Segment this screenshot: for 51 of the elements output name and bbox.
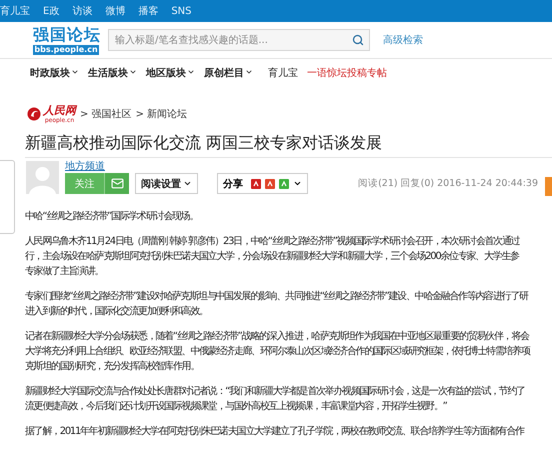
search-icon[interactable] <box>352 34 364 46</box>
search-field[interactable]: 输入标题/笔名查找感兴趣的话题... <box>108 29 370 51</box>
article-text: 大学将充分利用上合组织、欧亚经济联盟、中俄蒙经济走廊、环阿尔泰山次区域经济合作的国际区域研究框架，依托博士特需培养项 <box>25 344 532 359</box>
nav-menu[interactable]: 地区版块 <box>146 66 195 80</box>
article-text: 克斯坦的国别研究，充分发挥高校智库作用。 <box>25 360 200 374</box>
side-panel[interactable] <box>0 160 15 234</box>
logo-title[interactable]: 强国论坛 <box>33 25 99 45</box>
breadcrumb-link[interactable]: > 强国社区 <box>80 107 132 121</box>
top-link[interactable]: 播客 <box>138 4 158 18</box>
article-text: 据了解，2011年年初新疆财经大学在阿克托别朱巴诺夫国立大学建立了孔子学院，两校在教师交流、联合培养学生等方面都有合作 <box>25 424 526 439</box>
top-link[interactable]: 访谈 <box>72 4 92 18</box>
share-site-icon[interactable] <box>279 178 289 188</box>
caret-icon <box>293 179 302 188</box>
article-text: 人民网乌鲁木齐11月24日电（周蕾刚 韩婷 郭彦伟）23日，中哈“丝绸之路经济带”视频国际学术研讨会召开，本次研讨会首次通过 <box>25 234 521 249</box>
article-text: 专家做了主旨演讲。 <box>25 264 104 279</box>
reading-settings-dropdown[interactable]: 阅读设置 <box>135 173 198 194</box>
nav-link[interactable]: 育儿宝 <box>268 66 298 80</box>
top-link[interactable]: E政 <box>43 4 60 18</box>
avatar <box>26 161 59 194</box>
article-title: 新疆高校推动国际化交流 两国三校专家对话谈发展 <box>25 132 384 154</box>
article-text: 专家们围绕“丝绸之路经济带”建设对哈萨克斯坦与中国发展的影响、共同推进“丝绸之路经济带”建设、中哈金融合作等内容进行了研 <box>25 290 530 304</box>
share-site-icon[interactable] <box>265 178 275 188</box>
article-text: 行，主会场设在哈萨克斯坦阿克托别朱巴诺夫国立大学，分会场设在新疆财经大学和新疆大学，三个会场200余位专家、大学生参 <box>25 250 520 264</box>
post-stats: 阅读(21) 回复(0) 2016-11-24 20:44:39 <box>358 177 538 190</box>
share-label: 分享 <box>223 177 243 190</box>
logo-name[interactable]: 人民网 <box>43 104 76 116</box>
logo-domain[interactable]: bbs.people.cn <box>33 45 99 55</box>
article-text: 流更便捷高效，今后我们还计划开设国际视频课堂，与国外高校互上视频课，丰富课堂内容，开拓学生视野。” <box>25 400 448 414</box>
article-text: 记者在新疆财经大学分会场获悉，随着“丝绸之路经济带”战略的深入推进，哈萨克斯坦作为我国在中亚地区最重要的贸易伙伴，将会 <box>25 330 530 344</box>
breadcrumb-link[interactable]: > 新闻论坛 <box>136 107 188 121</box>
caret-icon <box>183 179 192 188</box>
caret-icon <box>129 68 137 76</box>
nav-menu[interactable]: 原创栏目 <box>204 66 253 80</box>
article-text: 进入到新的时代，国际化交流更加便利和高效。 <box>25 304 209 319</box>
nav-link[interactable]: 一语惊坛投稿专帖 <box>307 66 387 80</box>
logo-swirl-icon <box>27 107 41 121</box>
share-site-icon[interactable] <box>251 178 261 188</box>
top-link[interactable]: SNS <box>171 6 192 16</box>
top-link[interactable]: 微博 <box>105 4 126 18</box>
mail-icon <box>110 177 124 190</box>
message-button[interactable] <box>104 173 129 194</box>
article-text: 中哈“丝绸之路经济带”国际学术研讨会现场。 <box>25 210 200 224</box>
top-link[interactable]: 育儿宝 <box>0 4 30 18</box>
caret-icon <box>245 68 253 76</box>
advanced-search-link[interactable]: 高级检索 <box>383 33 423 47</box>
caret-icon <box>71 68 79 76</box>
nav-menu[interactable]: 时政版块 <box>30 66 79 80</box>
nav-menu[interactable]: 生活版块 <box>88 66 137 80</box>
article-text: 新疆财经大学国际交流与合作处处长唐群对记者说：“我们和新疆大学都是首次举办视频国际研讨会，这是一次有益的尝试，节约了 <box>25 384 526 399</box>
caret-icon <box>187 68 195 76</box>
author-link[interactable]: 地方频道 <box>65 161 129 172</box>
